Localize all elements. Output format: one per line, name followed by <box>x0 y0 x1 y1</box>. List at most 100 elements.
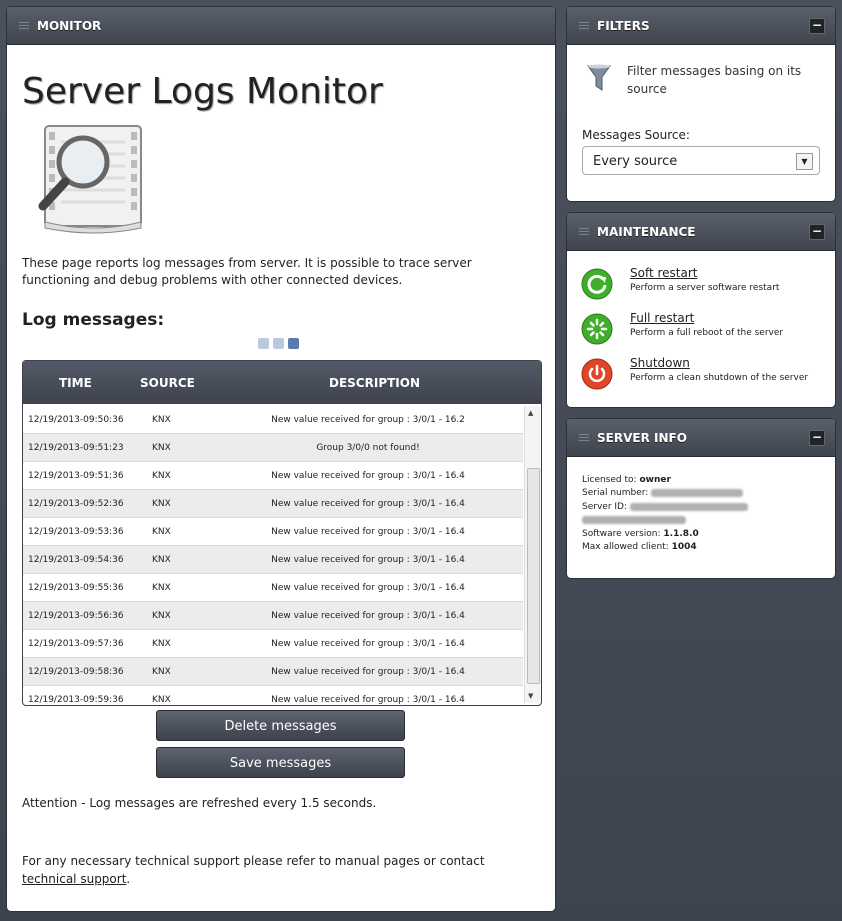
collapse-server-info-button[interactable]: − <box>809 430 825 446</box>
cell-source: KNX <box>152 443 171 453</box>
software-line: Software version: 1.1.8.0 <box>582 529 699 539</box>
loading-indicator <box>258 338 299 349</box>
table-row: 12/19/2013-09:51:23 KNX Group 3/0/0 not fo… <box>23 434 523 462</box>
log-table-scrollbar[interactable]: ▲ ▼ <box>524 406 541 703</box>
table-row: 12/19/2013-09:57:36 KNX New value received… <box>23 630 523 658</box>
column-header-time[interactable]: TIME <box>59 376 92 390</box>
maintenance-header-label: MAINTENANCE <box>597 224 696 239</box>
scroll-up-icon[interactable]: ▲ <box>528 409 533 417</box>
column-header-description[interactable]: DESCRIPTION <box>329 376 420 390</box>
table-row: 12/19/2013-09:54:36 KNX New value received… <box>23 546 523 574</box>
server-info-header-label: SERVER INFO <box>597 430 687 445</box>
soft-restart-link[interactable]: Soft restart <box>630 266 698 280</box>
soft-restart-icon <box>581 268 613 300</box>
maintenance-panel: MAINTENANCE − Soft restart Perform a ser… <box>567 213 835 407</box>
cell-source: KNX <box>152 639 171 649</box>
cell-source: KNX <box>152 415 171 425</box>
shutdown-desc: Perform a clean shutdown of the server <box>630 373 809 383</box>
grip-icon <box>579 21 589 30</box>
cell-time: 12/19/2013-09:56:36 <box>28 611 124 621</box>
collapse-filters-button[interactable]: − <box>809 18 825 34</box>
table-row: 12/19/2013-09:51:36 KNX New value received… <box>23 462 523 490</box>
cell-time: 12/19/2013-09:54:36 <box>28 555 124 565</box>
licensed-label: Licensed to: <box>582 475 637 485</box>
grip-icon <box>579 227 589 236</box>
max-clients-value: 1004 <box>671 542 697 552</box>
server-id-redacted <box>629 502 748 511</box>
log-table-body: 12/19/2013-09:50:36 KNX New value received… <box>23 406 523 705</box>
serial-label: Serial number: <box>582 488 649 498</box>
filters-panel: FILTERS − Filter messages basing on its … <box>567 7 835 201</box>
technical-support-link[interactable]: technical support <box>22 872 126 886</box>
messages-source-select[interactable]: Every source ▼ <box>582 146 820 175</box>
loading-dot-active <box>288 338 299 349</box>
max-clients-label: Max allowed client: <box>582 542 669 552</box>
shutdown-link[interactable]: Shutdown <box>630 356 690 370</box>
scroll-down-icon[interactable]: ▼ <box>528 692 533 700</box>
licensed-line: Licensed to: owner <box>582 475 671 485</box>
cell-time: 12/19/2013-09:58:36 <box>28 667 124 677</box>
maintenance-header: MAINTENANCE − <box>567 213 835 251</box>
monitor-panel: MONITOR Server Logs Monitor These page r… <box>7 7 555 911</box>
monitor-header-label: MONITOR <box>37 18 102 33</box>
delete-messages-button[interactable]: Delete messages <box>156 710 405 741</box>
full-restart-link[interactable]: Full restart <box>630 311 694 325</box>
log-table-header: TIME SOURCE DESCRIPTION <box>23 361 541 404</box>
serial-line: Serial number: <box>582 488 744 498</box>
page-title: Server Logs Monitor <box>22 71 383 112</box>
monitor-header: MONITOR <box>7 7 555 45</box>
software-label: Software version: <box>582 529 661 539</box>
server-info-header: SERVER INFO − <box>567 419 835 457</box>
cell-time: 12/19/2013-09:52:36 <box>28 499 124 509</box>
table-row: 12/19/2013-09:58:36 KNX New value received… <box>23 658 523 686</box>
table-row: 12/19/2013-09:56:36 KNX New value received… <box>23 602 523 630</box>
grip-icon <box>19 21 29 30</box>
table-row: 12/19/2013-09:50:36 KNX New value received… <box>23 406 523 434</box>
loading-dot <box>258 338 269 349</box>
table-row: 12/19/2013-09:55:36 KNX New value received… <box>23 574 523 602</box>
cell-source: KNX <box>152 695 171 705</box>
column-header-source[interactable]: SOURCE <box>140 376 195 390</box>
cell-source: KNX <box>152 499 171 509</box>
server-id-label: Server ID: <box>582 502 627 512</box>
log-table: TIME SOURCE DESCRIPTION 12/19/2013-09:50… <box>22 360 542 706</box>
power-icon <box>581 358 613 390</box>
attention-note: Attention - Log messages are refreshed e… <box>22 796 377 810</box>
cell-time: 12/19/2013-09:51:23 <box>28 443 124 453</box>
grip-icon <box>579 433 589 442</box>
cell-time: 12/19/2013-09:50:36 <box>28 415 124 425</box>
messages-source-label: Messages Source: <box>582 128 690 142</box>
server-id-line-2 <box>582 515 686 525</box>
support-note: For any necessary technical support plea… <box>22 852 522 888</box>
cell-source: KNX <box>152 667 171 677</box>
cell-time: 12/19/2013-09:57:36 <box>28 639 124 649</box>
cell-time: 12/19/2013-09:53:36 <box>28 527 124 537</box>
server-info-panel: SERVER INFO − Licensed to: owner Serial … <box>567 419 835 578</box>
table-row: 12/19/2013-09:59:36 KNX New value received… <box>23 686 523 705</box>
funnel-icon <box>587 64 611 91</box>
server-id-line: Server ID: <box>582 502 748 512</box>
collapse-maintenance-button[interactable]: − <box>809 224 825 240</box>
intro-text: These page reports log messages from ser… <box>22 256 472 287</box>
serial-redacted <box>651 488 744 497</box>
scrollbar-thumb[interactable] <box>527 468 540 684</box>
cell-time: 12/19/2013-09:55:36 <box>28 583 124 593</box>
chevron-down-icon[interactable]: ▼ <box>796 153 813 170</box>
cell-description: Group 3/0/0 not found! <box>316 443 420 453</box>
cell-source: KNX <box>152 471 171 481</box>
cell-description: New value received for group : 3/0/1 - 1… <box>271 639 465 649</box>
cell-description: New value received for group : 3/0/1 - 1… <box>271 611 465 621</box>
filters-description: Filter messages basing on its source <box>627 64 802 96</box>
cell-source: KNX <box>152 611 171 621</box>
full-restart-icon <box>581 313 613 345</box>
save-messages-button[interactable]: Save messages <box>156 747 405 778</box>
cell-description: New value received for group : 3/0/1 - 1… <box>271 667 465 677</box>
loading-dot <box>273 338 284 349</box>
cell-source: KNX <box>152 583 171 593</box>
licensed-value: owner <box>639 475 671 485</box>
cell-description: New value received for group : 3/0/1 - 1… <box>271 471 465 481</box>
max-clients-line: Max allowed client: 1004 <box>582 542 697 552</box>
server-id-redacted-2 <box>582 515 686 524</box>
table-row: 12/19/2013-09:52:36 KNX New value received… <box>23 490 523 518</box>
cell-description: New value received for group : 3/0/1 - 1… <box>271 527 465 537</box>
